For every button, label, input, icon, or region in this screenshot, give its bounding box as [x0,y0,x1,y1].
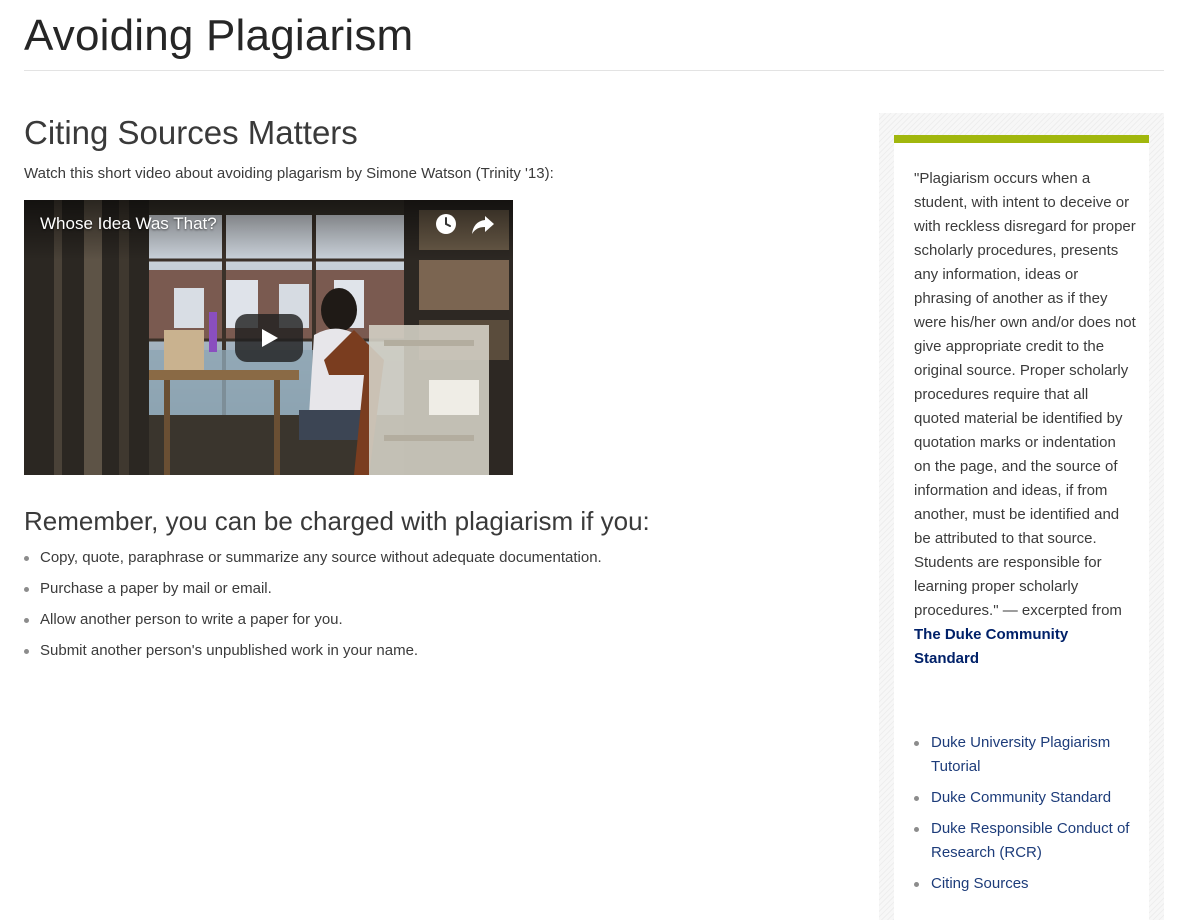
title-divider [24,70,1164,71]
remember-heading: Remember, you can be charged with plagia… [24,506,650,536]
intro-text: Watch this short video about avoiding pl… [24,165,554,182]
sidebar-links: Duke University Plagiarism Tutorial Duke… [914,731,1134,903]
duke-community-standard-link[interactable]: The Duke Community Standard [914,626,1068,667]
remember-list: Copy, quote, paraphrase or summarize any… [24,548,844,672]
plagiarism-tutorial-link[interactable]: Duke University Plagiarism Tutorial [931,734,1110,775]
sidebar: "Plagiarism occurs when a student, with … [879,113,1164,920]
excerpt-prefix: — excerpted from [998,602,1122,619]
play-button[interactable] [235,314,303,362]
citing-sources-link[interactable]: Citing Sources [931,875,1029,892]
list-item: Purchase a paper by mail or email. [24,579,844,599]
video-title[interactable]: Whose Idea Was That? [40,213,217,235]
rcr-link[interactable]: Duke Responsible Conduct of Research (RC… [931,820,1129,861]
list-item: Copy, quote, paraphrase or summarize any… [24,548,844,568]
list-item: Allow another person to write a paper fo… [24,610,844,630]
clock-icon[interactable] [435,213,457,235]
section-heading: Citing Sources Matters [24,114,358,151]
community-standard-link[interactable]: Duke Community Standard [931,789,1111,806]
list-item: Submit another person's unpublished work… [24,641,844,661]
main-content: Citing Sources Matters Watch this short … [24,112,844,659]
play-icon [262,329,278,347]
sidebar-link-item: Duke University Plagiarism Tutorial [914,731,1134,779]
sidebar-link-item: Citing Sources [914,872,1134,896]
page: Avoiding Plagiarism Citing Sources Matte… [0,0,1189,920]
video-player[interactable]: Whose Idea Was That? [24,200,513,475]
sidebar-link-item: Duke Responsible Conduct of Research (RC… [914,817,1134,865]
sidebar-link-item: Duke Community Standard [914,786,1134,810]
community-standard-quote: "Plagiarism occurs when a student, with … [914,167,1136,671]
page-title: Avoiding Plagiarism [24,11,414,60]
quote-text: "Plagiarism occurs when a student, with … [914,170,1136,619]
share-icon[interactable] [471,214,495,236]
sidebar-box: "Plagiarism occurs when a student, with … [894,135,1149,920]
